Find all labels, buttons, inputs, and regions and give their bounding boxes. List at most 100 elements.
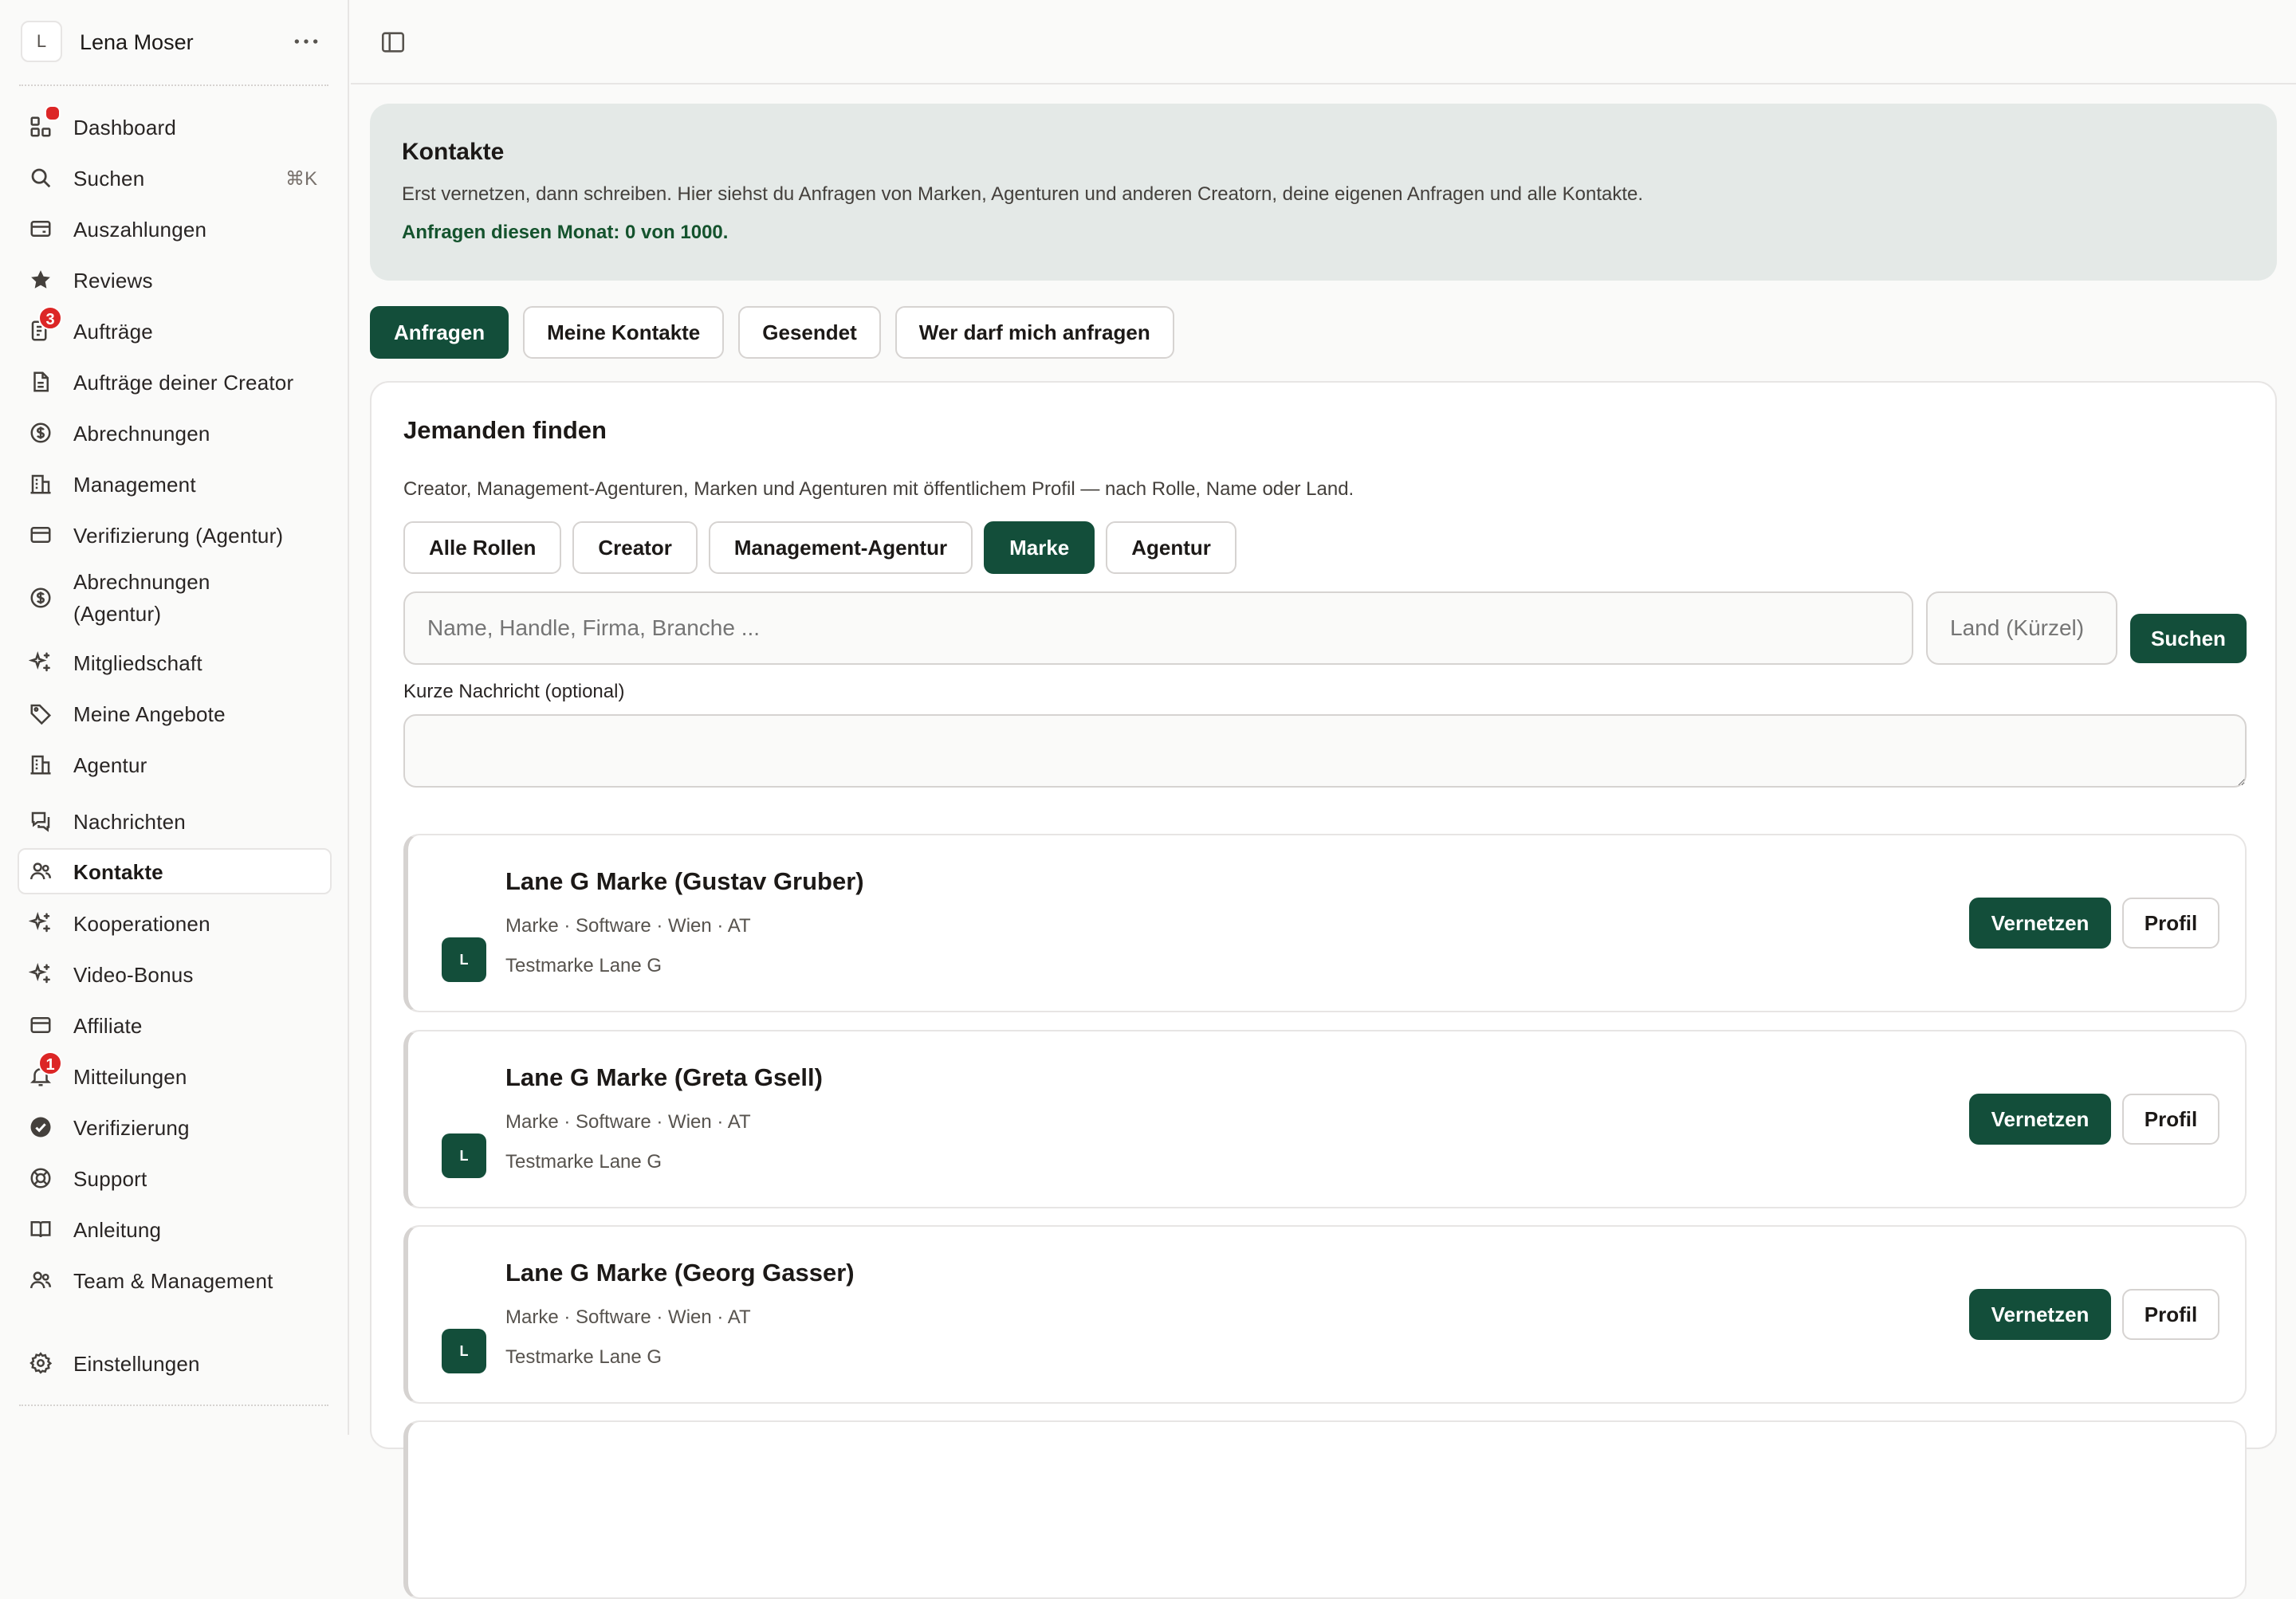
sidebar-item-auftraege-creator[interactable]: Aufträge deiner Creator [18,359,332,405]
sidebar-item-mitgliedschaft[interactable]: Mitgliedschaft [18,639,332,686]
dollar-circle-icon [29,586,53,610]
sidebar-item-label: Kooperationen [73,912,210,936]
search-button[interactable]: Suchen [2130,614,2247,663]
sidebar-item-meine-angebote[interactable]: Meine Angebote [18,690,332,737]
sidebar-item-verifizierung-agentur[interactable]: Verifizierung (Agentur) [18,512,332,558]
sidebar-item-auszahlungen[interactable]: Auszahlungen [18,206,332,252]
page-description: Erst vernetzen, dann schreiben. Hier sie… [402,183,1644,205]
sidebar-item-support[interactable]: Support [18,1155,332,1201]
sidebar-item-agentur[interactable]: Agentur [18,741,332,788]
avatar: L [442,1329,486,1373]
user-menu[interactable]: L Lena Moser [19,19,325,65]
result-meta: Marke · Software · Wien · AT [505,1111,751,1133]
search-input[interactable] [403,591,1913,665]
sidebar-toggle-icon[interactable] [379,29,407,56]
sidebar-item-label: Reviews [73,269,153,293]
sidebar-item-label: Abrechnungen (Agentur) [73,570,210,626]
sidebar-item-video-bonus[interactable]: Video-Bonus [18,951,332,997]
tab-gesendet[interactable]: Gesendet [738,306,881,359]
sidebar-item-kooperationen[interactable]: Kooperationen [18,900,332,946]
sidebar-item-label: Einstellungen [73,1352,200,1376]
avatar: L [442,1133,486,1178]
keyboard-shortcut: ⌘K [285,168,317,190]
sidebar-item-label: Kontakte [73,860,163,884]
star-icon [29,268,53,292]
tab-wer-darf-mich-anfragen[interactable]: Wer darf mich anfragen [894,306,1174,359]
request-quota: Anfragen diesen Monat: 0 von 1000. [402,222,729,243]
count-badge: 3 [38,306,62,330]
sidebar-item-affiliate[interactable]: Affiliate [18,1002,332,1048]
wallet-icon [29,217,53,241]
sidebar-item-einstellungen[interactable]: Einstellungen [18,1340,332,1386]
sidebar-item-label: Mitgliedschaft [73,651,202,675]
section-description: Creator, Management-Agenturen, Marken un… [403,478,1354,500]
result-card [403,1420,2247,1599]
sidebar-item-mitteilungen[interactable]: 1 Mitteilungen [18,1051,332,1099]
role-filter-agentur[interactable]: Agentur [1106,521,1236,574]
sidebar-item-nachrichten[interactable]: Nachrichten [18,798,332,844]
sidebar-item-kontakte[interactable]: Kontakte [18,848,332,894]
chat-icon [29,809,53,833]
sidebar-item-label: Dashboard [73,116,176,139]
sidebar-item-abrechnungen-agentur[interactable]: Abrechnungen (Agentur) [18,563,332,633]
result-subtitle: Testmarke Lane G [505,1346,662,1368]
sidebar-item-label: Video-Bonus [73,963,194,987]
sidebar-item-abrechnungen[interactable]: Abrechnungen [18,410,332,456]
role-filter-management-agentur[interactable]: Management-Agentur [708,521,973,574]
result-card: L Lane G Marke (Gustav Gruber) Marke · S… [403,834,2247,1012]
tab-anfragen[interactable]: Anfragen [370,306,509,359]
result-subtitle: Testmarke Lane G [505,1151,662,1173]
top-bar [351,0,2296,84]
user-name: Lena Moser [80,30,194,54]
document-icon [29,370,53,394]
contacts-tabs: Anfragen Meine Kontakte Gesendet Wer dar… [370,306,1174,359]
sparkle-icon [29,962,53,986]
sidebar-item-label: Meine Angebote [73,702,226,726]
sidebar-item-label: Aufträge deiner Creator [73,371,294,395]
result-meta: Marke · Software · Wien · AT [505,1306,751,1328]
sidebar-item-verifizierung[interactable]: Verifizierung [18,1104,332,1150]
more-options-icon[interactable] [290,26,322,57]
role-filter-alle[interactable]: Alle Rollen [403,521,562,574]
sidebar-item-auftraege[interactable]: 3 Aufträge [18,306,332,354]
sidebar-item-reviews[interactable]: Reviews [18,257,332,303]
section-title: Jemanden finden [403,416,607,444]
result-name: Lane G Marke (Georg Gasser) [505,1259,855,1287]
sidebar-item-label: Anleitung [73,1218,162,1242]
role-filter: Alle Rollen Creator Management-Agentur M… [403,521,1236,574]
sidebar-item-label: Verifizierung [73,1116,190,1140]
sidebar-item-management[interactable]: Management [18,461,332,507]
contacts-info-card: Kontakte Erst vernetzen, dann schreiben.… [370,104,2277,281]
profile-button[interactable]: Profil [2122,1094,2219,1145]
users-icon [29,859,53,883]
connect-button[interactable]: Vernetzen [1969,1289,2111,1340]
find-someone-card: Jemanden finden Creator, Management-Agen… [370,381,2277,1599]
result-card: L Lane G Marke (Greta Gsell) Marke · Sof… [403,1030,2247,1208]
sidebar-item-label: Nachrichten [73,810,186,834]
sidebar-item-dashboard[interactable]: Dashboard [18,104,332,150]
connect-button[interactable]: Vernetzen [1969,1094,2111,1145]
profile-button[interactable]: Profil [2122,898,2219,949]
sidebar-item-team-management[interactable]: Team & Management [18,1257,332,1303]
sparkle-icon [29,911,53,935]
sidebar-item-label: Aufträge [73,320,153,344]
role-filter-creator[interactable]: Creator [572,521,698,574]
sidebar-item-label: Verifizierung (Agentur) [73,524,284,548]
result-meta: Marke · Software · Wien · AT [505,915,751,937]
dollar-circle-icon [29,421,53,445]
sidebar-item-suchen[interactable]: Suchen ⌘K [18,155,332,201]
country-input[interactable] [1926,591,2117,665]
sidebar-item-label: Auszahlungen [73,218,207,242]
lifebuoy-icon [29,1166,53,1190]
message-field[interactable] [403,714,2247,788]
building-icon [29,472,53,496]
building-icon [29,752,53,776]
sidebar-item-label: Management [73,473,196,497]
sidebar-item-anleitung[interactable]: Anleitung [18,1206,332,1252]
tab-meine-kontakte[interactable]: Meine Kontakte [523,306,725,359]
profile-button[interactable]: Profil [2122,1289,2219,1340]
role-filter-marke[interactable]: Marke [984,521,1095,574]
connect-button[interactable]: Vernetzen [1969,898,2111,949]
result-name: Lane G Marke (Greta Gsell) [505,1063,823,1091]
sidebar-item-label: Suchen [73,167,145,191]
